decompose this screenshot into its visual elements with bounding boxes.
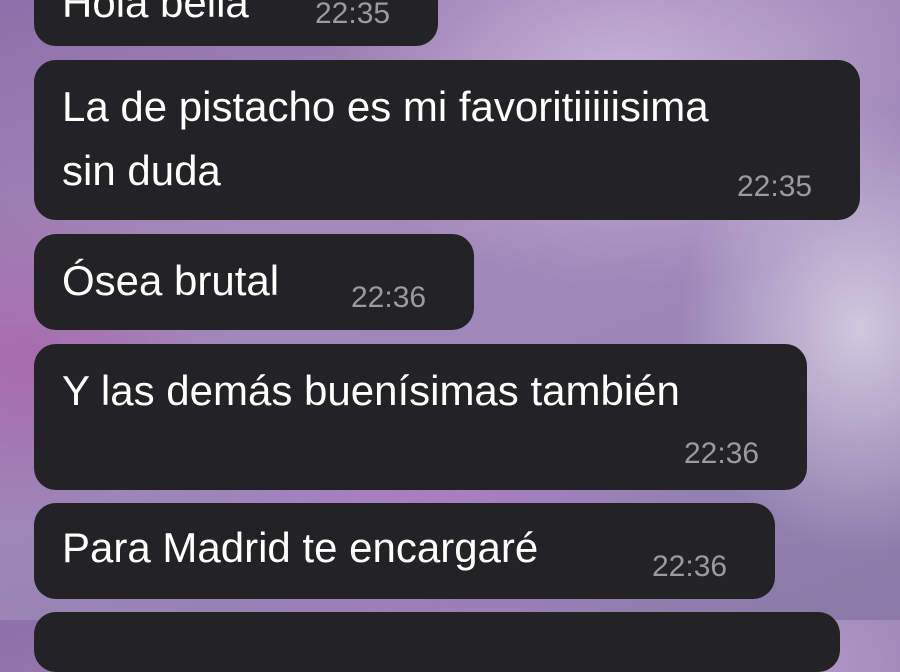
message-bubble[interactable]: Ósea brutal 22:36: [34, 234, 474, 330]
message-text: Para Madrid te encargaré: [62, 524, 539, 571]
message-bubble[interactable]: [34, 612, 840, 672]
message-timestamp: 22:35: [315, 0, 391, 30]
message-timestamp: 22:36: [652, 550, 728, 583]
message-timestamp: 22:35: [737, 170, 813, 203]
message-bubble[interactable]: La de pistacho es mi favoritiiiiisima si…: [34, 60, 860, 220]
message-timestamp: 22:36: [351, 281, 427, 314]
message-timestamp: 22:36: [684, 437, 760, 470]
message-text: Y las demás buenísimas también: [62, 367, 680, 414]
message-text: La de pistacho es mi favoritiiiiisima: [62, 83, 709, 130]
message-text: Hola bella: [62, 0, 249, 26]
message-bubble[interactable]: Para Madrid te encargaré 22:36: [34, 503, 775, 599]
message-text: sin duda: [62, 147, 221, 194]
message-bubble[interactable]: Y las demás buenísimas también 22:36: [34, 344, 807, 490]
chat-message-list[interactable]: Hola bella 22:35 La de pistacho es mi fa…: [0, 0, 900, 672]
message-text: Ósea brutal: [62, 257, 280, 304]
message-bubble[interactable]: Hola bella 22:35: [34, 0, 438, 46]
